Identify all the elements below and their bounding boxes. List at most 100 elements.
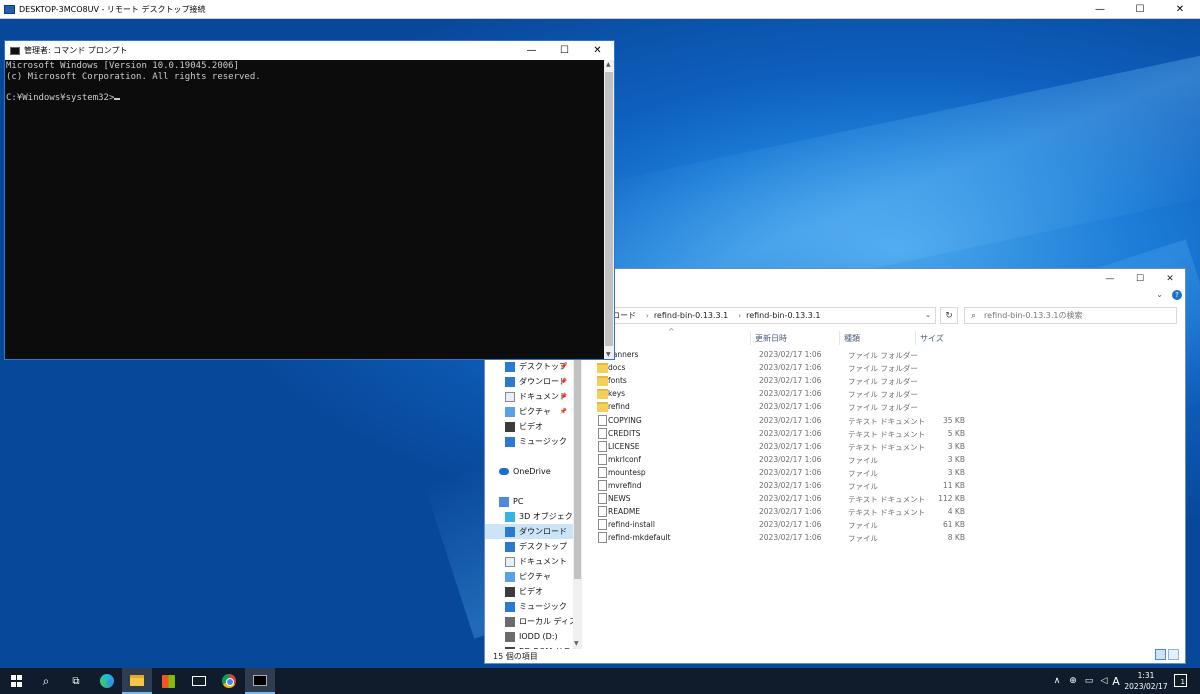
file-row[interactable]: refind 2023/02/17 1:06 ファイル フォルダー (593, 401, 973, 414)
nav-item[interactable]: ミュージック (485, 434, 573, 449)
pin-icon: 📌 (559, 378, 567, 385)
cmd-scrollbar[interactable]: ▲ ▼ (604, 60, 614, 359)
file-type: テキスト ドキュメント (848, 495, 926, 505)
file-date: 2023/02/17 1:06 (759, 454, 822, 464)
nav-item[interactable]: PC (485, 494, 573, 509)
column-header-date[interactable]: 更新日時 (750, 331, 839, 345)
show-hidden-icons-button[interactable]: ∧ (1050, 668, 1064, 694)
console-prompt-line[interactable]: C:¥Windows¥system32> (6, 93, 604, 104)
file-row[interactable]: refind-mkdefault 2023/02/17 1:06 ファイル 8 KB (593, 532, 973, 545)
network-icon[interactable]: ⊕ (1066, 668, 1080, 694)
command-prompt-window[interactable]: 管理者: コマンド プロンプト — ☐ ✕ Microsoft Windows … (4, 40, 615, 360)
cmd-title-bar[interactable]: 管理者: コマンド プロンプト — ☐ ✕ (5, 41, 614, 60)
nav-item[interactable]: ダウンロード 📌 (485, 374, 573, 389)
address-dropdown-icon[interactable]: ⌄ (925, 311, 931, 319)
file-row[interactable]: banners 2023/02/17 1:06 ファイル フォルダー (593, 349, 973, 362)
file-date: 2023/02/17 1:06 (759, 494, 822, 504)
file-row[interactable]: LICENSE 2023/02/17 1:06 テキスト ドキュメント 3 KB (593, 440, 973, 454)
file-type: テキスト ドキュメント (848, 429, 926, 439)
column-header-size[interactable]: サイズ (915, 331, 969, 345)
remote-desktop-area[interactable]: — ☐ ✕ ⌄ ? ロード › refind-bin-0.13.3.1 › re… (0, 19, 1200, 668)
large-icons-view-icon[interactable] (1168, 649, 1179, 660)
file-date: 2023/02/17 1:06 (759, 507, 822, 517)
task-view-button[interactable]: ⧉ (61, 668, 91, 694)
cmd-minimize-button[interactable]: — (515, 41, 548, 60)
rdp-minimize-button[interactable]: — (1080, 0, 1120, 19)
column-header-type[interactable]: 種類 (839, 331, 915, 345)
file-row[interactable]: docs 2023/02/17 1:06 ファイル フォルダー (593, 362, 973, 375)
details-view-icon[interactable] (1155, 649, 1166, 660)
pc-icon (499, 496, 509, 507)
nav-item[interactable]: IODD (D:) (485, 629, 573, 644)
cmd-close-button[interactable]: ✕ (581, 41, 614, 60)
folder-icon (597, 363, 608, 374)
navigation-pane-scrollbar[interactable]: ▼ (573, 329, 582, 649)
breadcrumb-segment[interactable]: ロード (612, 310, 636, 321)
console-output[interactable]: Microsoft Windows [Version 10.0.19045.20… (5, 60, 604, 359)
nav-item[interactable]: BD-ROM ドライブ (485, 644, 573, 649)
rdp-close-button[interactable]: ✕ (1160, 0, 1200, 19)
scroll-down-icon[interactable]: ▼ (574, 640, 579, 647)
cmd-maximize-button[interactable]: ☐ (548, 41, 581, 60)
file-row[interactable]: keys 2023/02/17 1:06 ファイル フォルダー (593, 388, 973, 401)
file-row[interactable]: NEWS 2023/02/17 1:06 テキスト ドキュメント 112 KB (593, 493, 973, 506)
start-button[interactable] (2, 668, 32, 694)
nav-item[interactable]: ピクチャ 📌 (485, 404, 573, 419)
nav-item[interactable]: 3D オブジェクト (485, 509, 573, 524)
nav-item[interactable]: ダウンロード (485, 524, 573, 539)
desktop-icon (505, 541, 515, 552)
breadcrumb-segment[interactable]: refind-bin-0.13.3.1 (746, 311, 820, 320)
refresh-button[interactable]: ↻ (940, 307, 958, 324)
scroll-down-icon[interactable]: ▼ (606, 351, 611, 358)
ime-indicator[interactable]: A (1110, 668, 1122, 694)
nav-item[interactable]: ドキュメント 📌 (485, 389, 573, 404)
monitor-icon[interactable]: ▭ (1082, 668, 1096, 694)
file-row[interactable]: mkrlconf 2023/02/17 1:06 ファイル 3 KB (593, 453, 973, 467)
nav-item-label: BD-ROM ドライブ (519, 646, 573, 649)
explorer-maximize-button[interactable]: ☐ (1125, 269, 1155, 289)
taskbar-mail[interactable] (184, 668, 214, 694)
nav-item[interactable]: デスクトップ 📌 (485, 359, 573, 374)
file-row[interactable]: CREDITS 2023/02/17 1:06 テキスト ドキュメント 5 KB (593, 427, 973, 441)
speaker-icon[interactable]: ◁ (1097, 668, 1111, 694)
help-icon[interactable]: ? (1172, 290, 1182, 300)
search-box[interactable]: ⌕ refind-bin-0.13.3.1の検索 (964, 307, 1177, 324)
ribbon-expand-chevron-icon[interactable]: ⌄ (1156, 290, 1163, 299)
nav-item[interactable]: ローカル ディスク (C (485, 614, 573, 629)
nav-item[interactable]: ミュージック (485, 599, 573, 614)
file-row[interactable]: fonts 2023/02/17 1:06 ファイル フォルダー (593, 375, 973, 388)
file-icon (598, 414, 607, 426)
notification-center-icon[interactable]: 1 (1174, 674, 1187, 687)
clock-time: 1:31 (1137, 671, 1155, 680)
taskbar-store[interactable] (153, 668, 183, 694)
file-row[interactable]: mvrefind 2023/02/17 1:06 ファイル 11 KB (593, 480, 973, 493)
taskbar-search-button[interactable]: ⌕ (31, 668, 61, 694)
breadcrumb-separator-icon[interactable]: › (738, 312, 741, 320)
file-row[interactable]: refind-install 2023/02/17 1:06 ファイル 61 KB (593, 519, 973, 532)
file-type: ファイル フォルダー (848, 364, 918, 374)
taskbar-command-prompt[interactable] (245, 668, 275, 694)
explorer-minimize-button[interactable]: — (1095, 269, 1125, 289)
scrollbar-thumb[interactable] (574, 329, 581, 579)
file-row[interactable]: README 2023/02/17 1:06 テキスト ドキュメント 4 KB (593, 506, 973, 519)
taskbar-clock[interactable]: 1:31 2023/02/17 (1122, 670, 1170, 692)
breadcrumb-separator-icon[interactable]: › (646, 312, 649, 320)
taskbar-file-explorer[interactable] (122, 668, 152, 694)
breadcrumb-segment[interactable]: refind-bin-0.13.3.1 (654, 311, 728, 320)
taskbar-chrome[interactable] (214, 668, 244, 694)
scrollbar-thumb[interactable] (605, 72, 613, 346)
rdp-maximize-button[interactable]: ☐ (1120, 0, 1160, 19)
file-row[interactable]: COPYING 2023/02/17 1:06 テキスト ドキュメント 35 KB (593, 414, 973, 428)
nav-item[interactable]: ドキュメント (485, 554, 573, 569)
nav-item[interactable]: ピクチャ (485, 569, 573, 584)
nav-item[interactable]: OneDrive (485, 464, 573, 479)
explorer-close-button[interactable]: ✕ (1155, 269, 1185, 289)
file-size: 112 KB (938, 494, 965, 504)
nav-item[interactable]: ビデオ (485, 584, 573, 599)
scroll-up-icon[interactable]: ▲ (606, 61, 611, 68)
nav-item[interactable]: ビデオ (485, 419, 573, 434)
nav-item[interactable]: デスクトップ (485, 539, 573, 554)
file-row[interactable]: mountesp 2023/02/17 1:06 ファイル 3 KB (593, 466, 973, 480)
file-name: LICENSE (608, 441, 640, 451)
taskbar-edge[interactable] (92, 668, 122, 694)
